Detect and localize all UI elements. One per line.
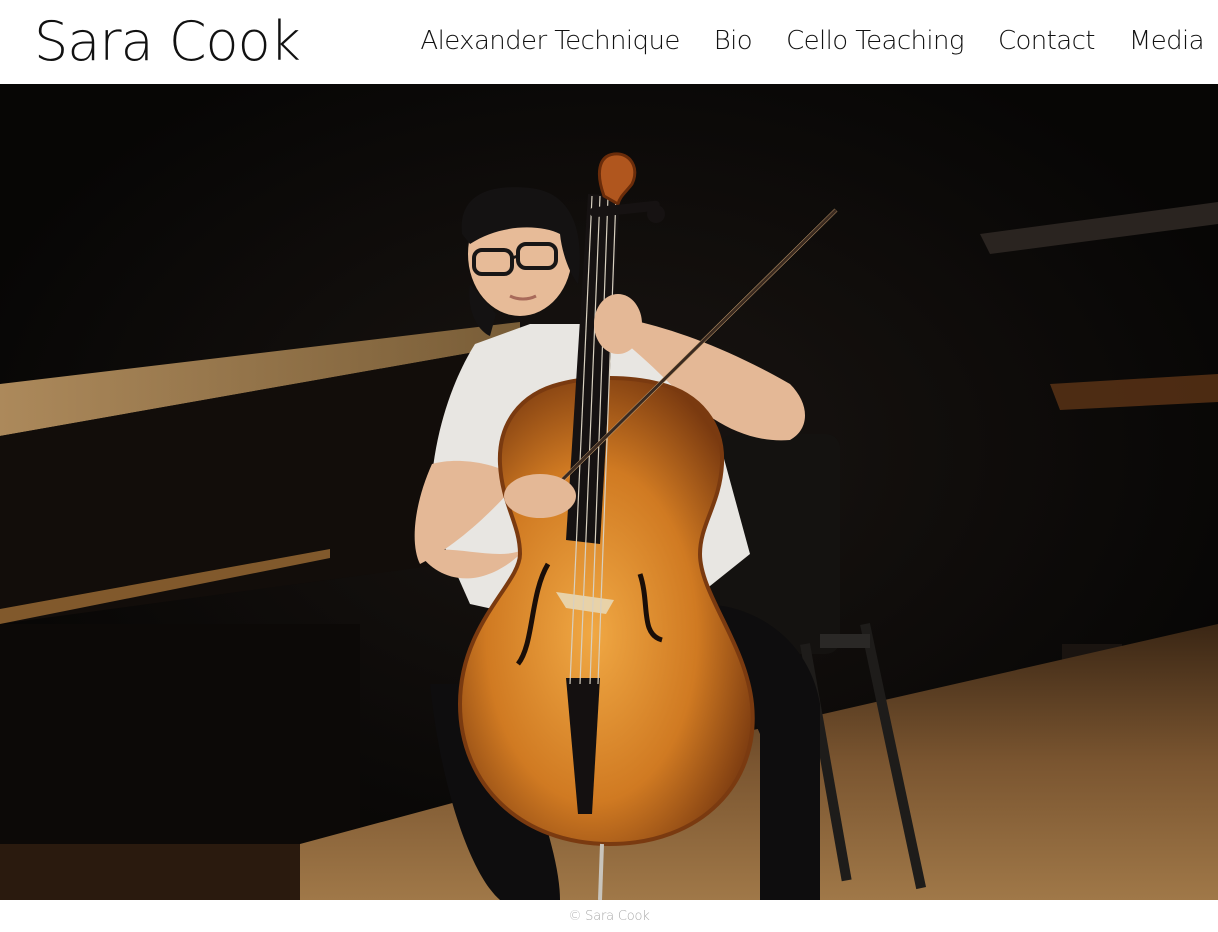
site-title-link[interactable]: Sara Cook [34, 10, 301, 74]
nav-link-media[interactable]: Media [1129, 24, 1205, 58]
site-footer: © Sara Cook [0, 900, 1218, 932]
nav-link-bio[interactable]: Bio [714, 24, 753, 58]
main-nav: Alexander Technique Bio Cello Teaching C… [420, 24, 1204, 58]
cellist-photo [0, 84, 1218, 900]
nav-link-contact[interactable]: Contact [998, 24, 1096, 58]
nav-link-alexander-technique[interactable]: Alexander Technique [420, 24, 680, 58]
nav-link-cello-teaching[interactable]: Cello Teaching [786, 24, 964, 58]
copyright-text: © Sara Cook [568, 908, 650, 924]
site-header: Sara Cook Alexander Technique Bio Cello … [0, 0, 1218, 84]
hero-image [0, 84, 1218, 900]
